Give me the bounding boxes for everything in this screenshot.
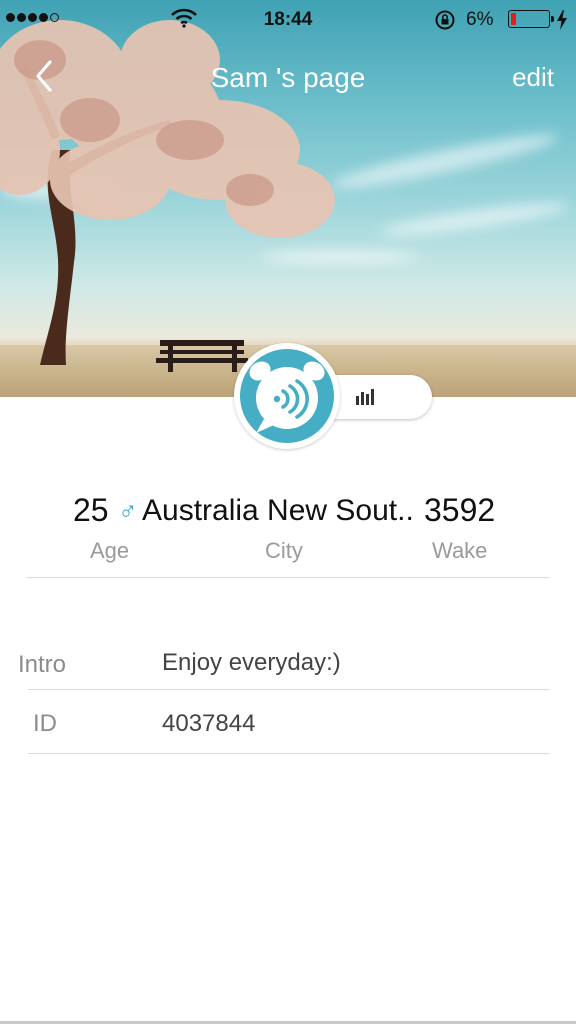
id-value: 4037844 bbox=[162, 710, 256, 737]
edit-button[interactable]: edit bbox=[512, 62, 554, 93]
wake-label: Wake bbox=[432, 538, 488, 563]
stats-divider bbox=[26, 577, 550, 578]
intro-divider bbox=[28, 689, 550, 690]
city-label: City bbox=[265, 538, 303, 563]
alarm-clock-sound-icon bbox=[249, 361, 325, 433]
wake-value: 3592 bbox=[424, 492, 496, 528]
avatar[interactable] bbox=[234, 343, 340, 449]
page-title: Sam 's page bbox=[210, 62, 366, 93]
intro-value: Enjoy everyday:) bbox=[162, 649, 341, 676]
battery-percent: 6% bbox=[466, 9, 494, 30]
rotation-lock-icon bbox=[435, 10, 455, 30]
battery-icon bbox=[508, 10, 554, 28]
audio-bars-icon bbox=[356, 389, 374, 405]
navigation-bar: Sam 's page edit bbox=[0, 40, 576, 116]
age-value: 25 bbox=[73, 492, 109, 528]
id-divider bbox=[28, 753, 550, 754]
age-label: Age bbox=[90, 538, 130, 563]
id-label: ID bbox=[33, 710, 57, 737]
intro-label: Intro bbox=[18, 651, 67, 678]
status-bar: 18:44 6% bbox=[0, 0, 576, 40]
male-gender-icon: ♂ bbox=[118, 496, 138, 526]
charging-bolt-icon bbox=[557, 10, 567, 30]
profile-stats: 25 ♂ Australia New Sout.. 3592 Age City … bbox=[0, 490, 576, 580]
city-value: Australia New Sout.. bbox=[142, 494, 414, 527]
